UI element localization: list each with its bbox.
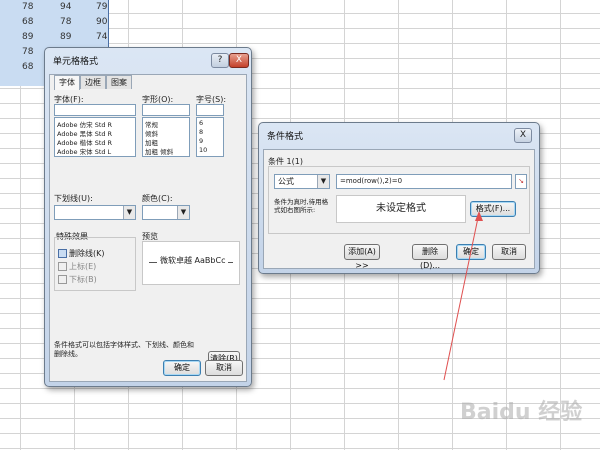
size-option[interactable]: 10 (199, 146, 207, 154)
chevron-down-icon[interactable]: ▼ (123, 206, 135, 219)
ok-button[interactable]: 确定 (456, 244, 486, 260)
cell-value[interactable]: 94 (60, 2, 71, 12)
cell-value[interactable]: 78 (22, 47, 33, 57)
underline-label: 下划线(U): (54, 194, 93, 203)
style-option[interactable]: 加粗 倾斜 (145, 146, 173, 156)
collapse-dialog-icon[interactable]: ↘ (515, 174, 527, 189)
tab-pattern[interactable]: 图案 (106, 75, 132, 89)
tab-font[interactable]: 字体 (54, 75, 80, 90)
preview-text: 微软卓越 AaBbCc (157, 255, 229, 266)
dialog-title: 条件格式 (267, 132, 304, 142)
formula-input[interactable]: =mod(row(),2)=0 (336, 174, 512, 189)
size-list[interactable]: 6 8 9 10 (196, 117, 224, 157)
font-list[interactable]: Adobe 仿宋 Std R Adobe 黑体 Std R Adobe 楷体 S… (54, 117, 136, 157)
cell-value[interactable]: 78 (60, 17, 71, 27)
cell-value[interactable]: 74 (96, 32, 107, 42)
size-option[interactable]: 9 (199, 137, 203, 145)
size-option[interactable]: 8 (199, 128, 203, 136)
format-note: 条件格式可以包括字体样式、下划线、颜色和删除线。 (54, 341, 194, 358)
cell-value[interactable]: 68 (22, 62, 33, 72)
format-button[interactable]: 格式(F)... (470, 201, 516, 217)
font-input[interactable] (54, 104, 136, 116)
checkbox-icon[interactable] (58, 262, 67, 271)
formula-value: =mod(row(),2)=0 (340, 177, 403, 185)
dialog-title: 单元格格式 (53, 57, 99, 67)
dialog-body: 条件 1(1) 公式 ▼ =mod(row(),2)=0 ↘ 条件为真时,待用格… (263, 149, 535, 270)
help-button[interactable]: ? (211, 53, 229, 68)
color-label: 颜色(C): (142, 194, 173, 203)
conditional-format-dialog: 条件格式 X 条件 1(1) 公式 ▼ =mod(row(),2)=0 ↘ 条件… (258, 122, 540, 274)
condition-type-select[interactable]: 公式 ▼ (274, 174, 330, 189)
checkbox-icon[interactable] (58, 275, 67, 284)
font-option[interactable]: Adobe 宋体 Std L (57, 146, 111, 156)
subscript-checkbox[interactable]: 下标(B) (58, 274, 97, 285)
close-button[interactable]: X (514, 128, 532, 143)
add-button[interactable]: 添加(A) >> (344, 244, 380, 270)
tab-border[interactable]: 边框 (80, 75, 106, 89)
preview-box: 微软卓越 AaBbCc (142, 241, 240, 285)
superscript-label: 上标(E) (69, 262, 97, 271)
condition-type-value: 公式 (278, 177, 294, 186)
cell-value[interactable]: 79 (96, 2, 107, 12)
subscript-label: 下标(B) (69, 275, 97, 284)
checkbox-icon[interactable] (58, 249, 67, 258)
superscript-checkbox[interactable]: 上标(E) (58, 261, 96, 272)
preview-caption: 条件为真时,待用格式如右图所示: (274, 198, 329, 214)
ok-button[interactable]: 确定 (163, 360, 201, 376)
close-button[interactable]: X (229, 53, 249, 68)
cell-value[interactable]: 89 (22, 32, 33, 42)
delete-button[interactable]: 删除(D)... (412, 244, 448, 270)
cancel-button[interactable]: 取消 (492, 244, 526, 260)
watermark-text: Baidu 经验 (460, 400, 583, 425)
cell-value[interactable]: 78 (22, 2, 33, 12)
format-cells-dialog: 单元格格式 ? X 字体 边框 图案 字体(F): 字形(O): 字号(S): … (44, 47, 252, 387)
cancel-button[interactable]: 取消 (205, 360, 243, 376)
color-select[interactable]: ▼ (142, 205, 190, 220)
size-option[interactable]: 6 (199, 119, 203, 127)
chevron-down-icon[interactable]: ▼ (177, 206, 189, 219)
format-preview-box: 未设定格式 (336, 195, 466, 223)
style-input[interactable] (142, 104, 190, 116)
chevron-down-icon[interactable]: ▼ (317, 175, 329, 188)
size-input[interactable] (196, 104, 224, 116)
dialog-body: 字体 边框 图案 字体(F): 字形(O): 字号(S): Adobe 仿宋 S… (49, 74, 247, 382)
cell-value[interactable]: 89 (60, 32, 71, 42)
strike-checkbox[interactable]: 删除线(K) (58, 248, 105, 259)
format-preview-text: 未设定格式 (376, 203, 426, 214)
strike-label: 删除线(K) (69, 249, 105, 258)
underline-select[interactable]: ▼ (54, 205, 136, 220)
cell-value[interactable]: 68 (22, 17, 33, 27)
style-list[interactable]: 常规 倾斜 加粗 加粗 倾斜 (142, 117, 190, 157)
cell-value[interactable]: 90 (96, 17, 107, 27)
watermark: Baidu 经验 (460, 394, 582, 426)
